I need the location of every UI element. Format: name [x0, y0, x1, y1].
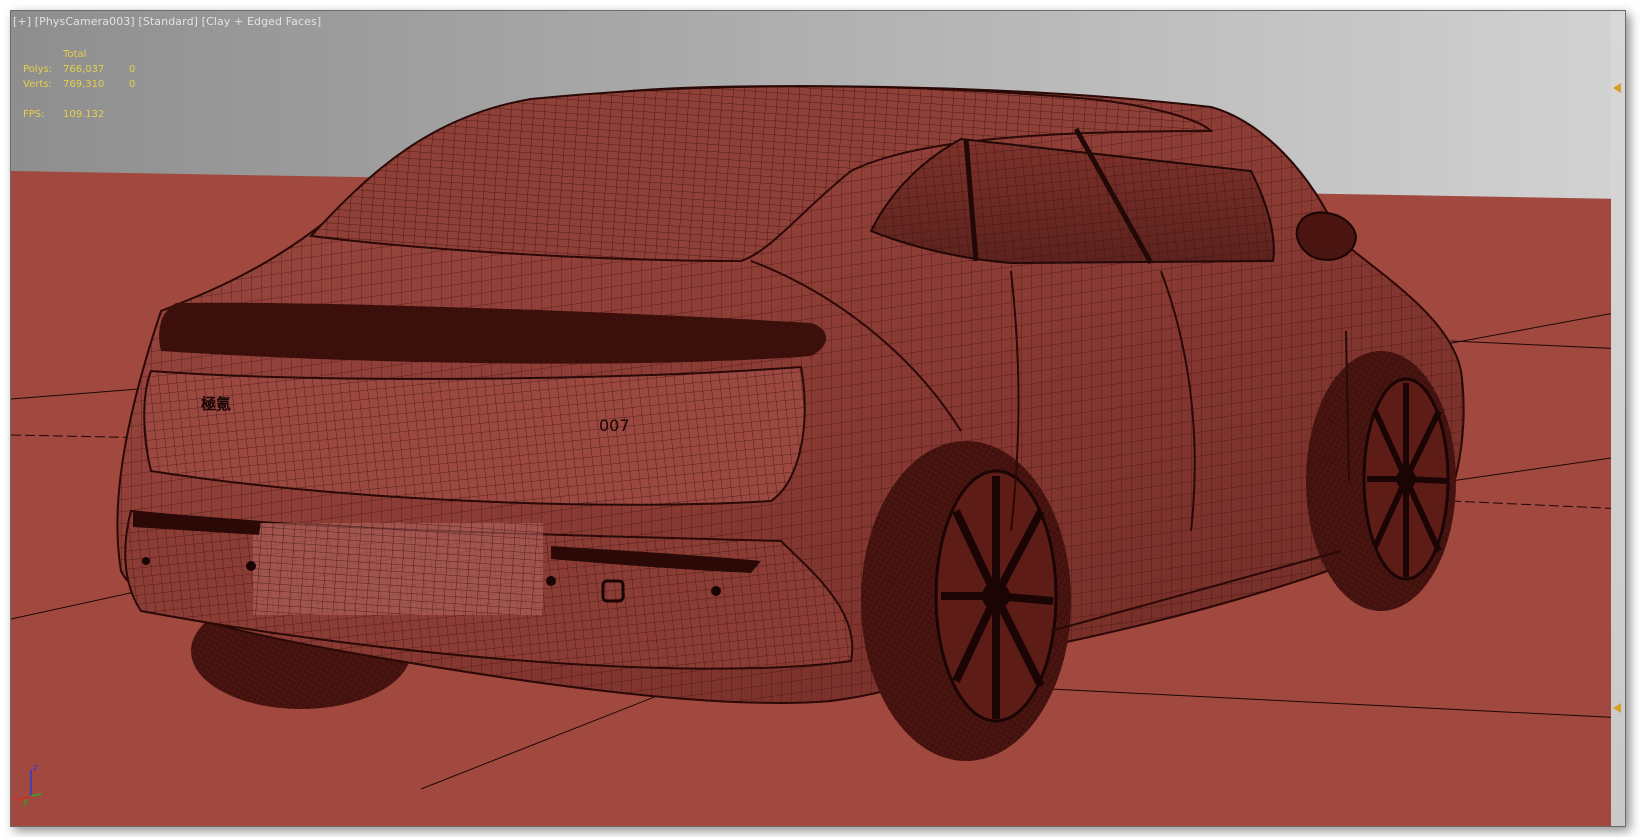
ruler-top-marker-icon[interactable]	[1613, 83, 1621, 93]
rear-badge-text: 極氪	[200, 395, 231, 413]
front-right-wheel	[1306, 351, 1456, 611]
viewport-menu-plus[interactable]: [+]	[13, 15, 31, 28]
side-mirror	[1295, 211, 1358, 261]
ruler-bottom-marker-icon[interactable]	[1613, 703, 1621, 713]
perspective-viewport[interactable]: 極氪 007 [+] [PhysCamera003] [Standard] [C…	[10, 10, 1626, 827]
viewport-display-mode[interactable]: [Clay + Edged Faces]	[202, 15, 322, 28]
stats-total-header: Total	[63, 49, 87, 60]
viewport-shading-mode[interactable]: [Standard]	[138, 15, 198, 28]
axis-y-label: y	[23, 797, 29, 807]
viewport-label[interactable]: [+] [PhysCamera003] [Standard] [Clay + E…	[13, 15, 321, 28]
stats-fps-label: FPS:	[23, 109, 45, 120]
app-window: 極氪 007 [+] [PhysCamera003] [Standard] [C…	[0, 0, 1645, 837]
axis-tripod: z x y	[13, 763, 53, 808]
rear-model-text: 007	[599, 416, 630, 435]
axis-z-label: z	[33, 763, 38, 773]
stats-fps-value: 109.132	[63, 109, 105, 120]
stats-polys-value: 766,037	[63, 64, 105, 75]
stats-verts-value: 769,310	[63, 79, 105, 90]
stats-verts-selected: 0	[129, 79, 136, 90]
viewport-safe-frame-ruler[interactable]	[1611, 11, 1625, 826]
stats-polys-selected: 0	[129, 64, 136, 75]
viewport-statistics: Total Polys: 766,037 0 Verts: 769,310 0 …	[23, 47, 149, 122]
viewport-camera-label[interactable]: [PhysCamera003]	[35, 15, 135, 28]
scene-render[interactable]: 極氪 007	[11, 11, 1625, 826]
trunk-panel	[143, 365, 806, 506]
stats-polys-label: Polys:	[23, 64, 53, 75]
axis-x-label: x	[13, 794, 19, 804]
rear-right-wheel	[861, 441, 1071, 761]
stats-verts-label: Verts:	[23, 79, 52, 90]
